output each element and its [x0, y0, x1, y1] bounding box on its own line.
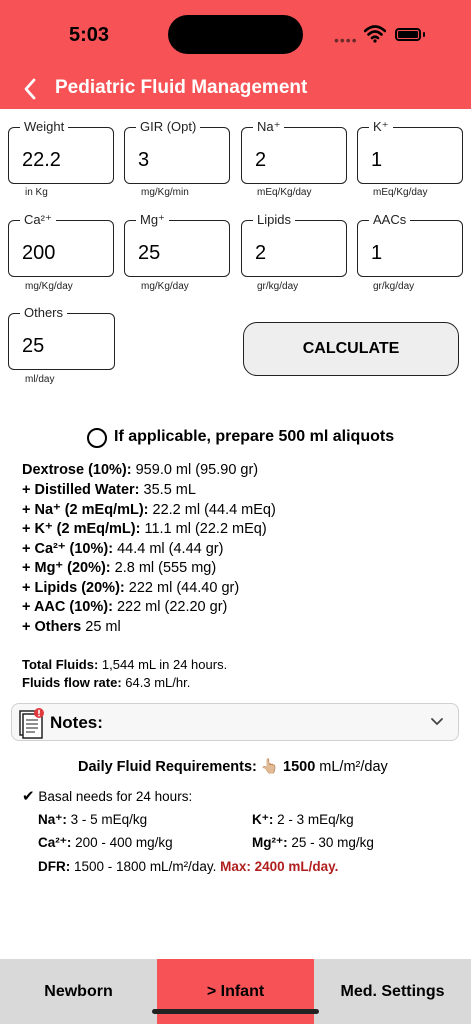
status-time: 5:03	[69, 24, 110, 46]
aacs-field[interactable]: AACs 1	[357, 212, 463, 277]
result-line: + Mg⁺ (20%): 2.8 ml (555 mg)	[22, 560, 217, 576]
tab-med-settings[interactable]: Med. Settings	[314, 959, 471, 1024]
notes-title: Notes:	[50, 713, 103, 732]
header-bar: 5:03 •••• Pediatric Fluid Management	[0, 0, 471, 109]
mg-unit: mg/Kg/day	[141, 281, 189, 292]
others-unit: ml/day	[25, 374, 55, 385]
na-requirement: Na⁺: 3 - 5 mEq/kg	[38, 812, 148, 827]
tab-bar: Newborn > Infant Med. Settings	[0, 959, 471, 1024]
ca-field[interactable]: Ca²⁺ 200	[8, 212, 114, 277]
result-line: + Ca²⁺ (10%): 44.4 ml (4.44 gr)	[22, 541, 224, 557]
na-unit: mEq/Kg/day	[257, 187, 312, 198]
ca-value[interactable]: 200	[22, 242, 55, 265]
back-chevron-icon[interactable]	[18, 74, 48, 104]
home-indicator	[152, 1009, 319, 1014]
lipids-value[interactable]: 2	[255, 242, 266, 265]
result-line: + K⁺ (2 mEq/mL): 11.1 ml (22.2 mEq)	[22, 521, 267, 537]
result-line: + Na⁺ (2 mEq/mL): 22.2 ml (44.4 mEq)	[22, 502, 276, 518]
lipids-label: Lipids	[253, 212, 295, 227]
k-value[interactable]: 1	[371, 149, 382, 172]
dfr-max: Max: 2400 mL/day.	[220, 859, 339, 874]
gir-unit: mg/Kg/min	[141, 187, 189, 198]
gir-field[interactable]: GIR (Opt) 3	[124, 119, 230, 184]
mg-label: Mg⁺	[136, 212, 169, 228]
weight-field[interactable]: Weight 22.2	[8, 119, 114, 184]
signal-icon: ••••	[334, 32, 358, 48]
aliquot-option-label[interactable]: If applicable, prepare 500 ml aliquots	[114, 428, 394, 446]
others-field[interactable]: Others 25	[8, 305, 115, 370]
notes-accordion[interactable]: Notes:	[11, 703, 459, 741]
radio-icon[interactable]	[87, 428, 107, 448]
na-field[interactable]: Na⁺ 2	[241, 119, 347, 184]
aacs-unit: gr/kg/day	[373, 281, 415, 292]
wifi-icon	[364, 25, 386, 43]
lipids-field[interactable]: Lipids 2	[241, 212, 347, 277]
result-line: + AAC (10%): 222 ml (22.20 gr)	[22, 599, 228, 615]
weight-label: Weight	[20, 119, 69, 134]
na-value[interactable]: 2	[255, 149, 266, 172]
tab-newborn[interactable]: Newborn	[0, 959, 157, 1024]
weight-unit: in Kg	[25, 187, 48, 198]
k-field[interactable]: K⁺ 1	[357, 119, 463, 184]
na-label: Na⁺	[253, 119, 285, 135]
mg-field[interactable]: Mg⁺ 25	[124, 212, 230, 277]
others-label: Others	[20, 305, 68, 320]
flow-rate: Fluids flow rate: 64.3 mL/hr.	[22, 675, 191, 690]
ca-requirement: Ca²⁺: 200 - 400 mg/kg	[38, 835, 173, 850]
mg-value[interactable]: 25	[138, 242, 160, 265]
calculate-button[interactable]: CALCULATE	[243, 322, 459, 376]
mg-requirement: Mg²⁺: 25 - 30 mg/kg	[252, 835, 374, 850]
aacs-label: AACs	[369, 212, 411, 227]
total-fluids: Total Fluids: 1,544 mL in 24 hours.	[22, 657, 228, 672]
k-requirement: K⁺: 2 - 3 mEq/kg	[252, 812, 354, 827]
notes-document-icon	[19, 708, 44, 739]
basal-needs: ✔ Basal needs for 24 hours:	[22, 788, 193, 805]
result-line: + Others 25 ml	[22, 619, 121, 635]
gir-value[interactable]: 3	[138, 149, 149, 172]
k-label: K⁺	[369, 119, 393, 135]
dynamic-island	[168, 15, 303, 54]
ca-unit: mg/Kg/day	[25, 281, 73, 292]
pointing-hand-icon: 👆🏼	[260, 759, 279, 775]
gir-label: GIR (Opt)	[136, 119, 201, 134]
page-title: Pediatric Fluid Management	[55, 77, 308, 98]
lipids-unit: gr/kg/day	[257, 281, 299, 292]
aacs-value[interactable]: 1	[371, 242, 382, 265]
weight-value[interactable]: 22.2	[22, 149, 61, 172]
daily-fluid-requirements: Daily Fluid Requirements: 👆🏼 1500 mL/m²/…	[78, 759, 388, 775]
others-value[interactable]: 25	[22, 335, 44, 358]
result-line: + Distilled Water: 35.5 mL	[22, 482, 196, 498]
chevron-down-icon[interactable]	[430, 715, 444, 729]
battery-icon	[395, 28, 421, 41]
k-unit: mEq/Kg/day	[373, 187, 428, 198]
checkmark-icon: ✔	[22, 788, 35, 805]
result-line: Dextrose (10%): 959.0 ml (95.90 gr)	[22, 462, 259, 478]
dfr-requirement: DFR: 1500 - 1800 mL/m²/day. Max: 2400 mL…	[38, 859, 339, 874]
result-line: + Lipids (20%): 222 ml (44.40 gr)	[22, 580, 240, 596]
ca-label: Ca²⁺	[20, 212, 56, 228]
tab-infant[interactable]: > Infant	[157, 959, 314, 1024]
